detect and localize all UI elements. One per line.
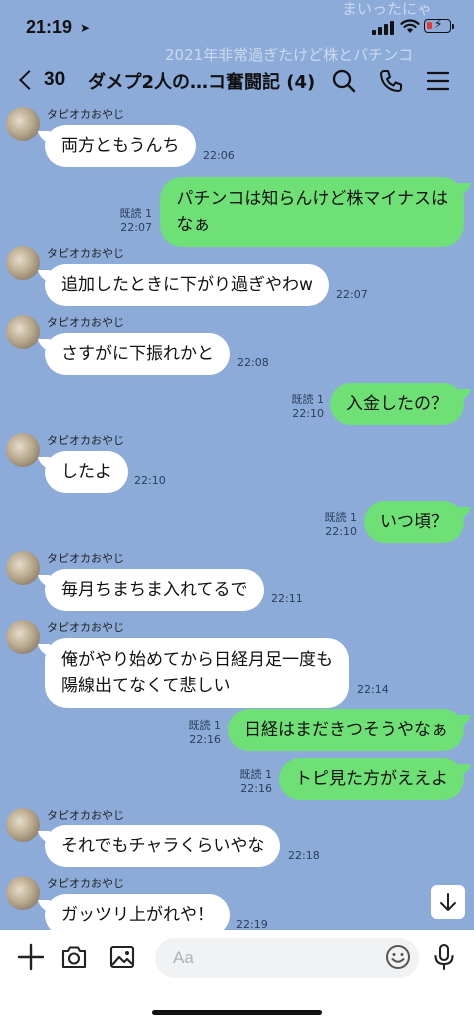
image-icon[interactable] <box>107 942 137 972</box>
message-input-bar <box>0 930 474 1024</box>
home-indicator <box>152 1010 322 1015</box>
wifi-icon <box>400 19 420 33</box>
message-time: 22:10 <box>325 525 357 538</box>
sender-name: タピオカおやじ <box>47 809 124 822</box>
message-bubble[interactable]: したよ <box>45 451 128 493</box>
sender-name: タピオカおやじ <box>47 316 124 329</box>
message-bubble[interactable]: 追加したときに下がり過ぎやわw <box>45 264 329 306</box>
status-time: 21:19 <box>26 17 73 37</box>
chat-screen: まいったにゃ 2021年非常過ぎたけど株とパチンコ 21:19 ➤ ⚡ 30 ダ… <box>0 0 474 930</box>
message-bubble[interactable]: 入金したの？ <box>330 383 464 425</box>
sender-name: タピオカおやじ <box>47 247 124 260</box>
message-bubble[interactable]: 両方ともうんち <box>45 125 196 167</box>
avatar[interactable] <box>6 246 40 280</box>
battery-icon: ⚡ <box>424 17 451 33</box>
scroll-to-bottom-button[interactable] <box>431 885 465 919</box>
emoji-icon[interactable] <box>384 943 412 971</box>
message-time: 22:07 <box>336 288 368 301</box>
sender-name: タピオカおやじ <box>47 877 124 890</box>
avatar[interactable] <box>6 315 40 349</box>
menu-icon[interactable] <box>425 68 451 94</box>
read-receipt: 既読 1 <box>291 393 325 406</box>
message-time: 22:18 <box>288 849 320 862</box>
message-bubble[interactable]: ガッツリ上がれや！ <box>45 894 230 930</box>
sender-name: タピオカおやじ <box>47 621 124 634</box>
avatar[interactable] <box>6 433 40 467</box>
message-time: 22:16 <box>189 733 221 746</box>
read-receipt: 既読 1 <box>119 207 153 220</box>
read-receipt: 既読 1 <box>239 768 273 781</box>
avatar[interactable] <box>6 620 40 654</box>
phone-icon[interactable] <box>378 68 404 94</box>
message-time: 22:19 <box>236 918 268 930</box>
message-bubble[interactable]: トピ見た方がええよ <box>279 758 464 800</box>
message-bubble[interactable]: 日経はまだきつそうやなぁ <box>228 709 464 751</box>
location-arrow-icon: ➤ <box>80 21 91 35</box>
chat-header: 30 ダメプ2人の…コ奮闘記 (4) <box>0 56 474 106</box>
message-time: 22:10 <box>292 407 324 420</box>
message-time: 22:14 <box>357 683 389 696</box>
signal-icon <box>372 21 394 35</box>
message-bubble[interactable]: それでもチャラくらいやな <box>45 825 281 867</box>
avatar[interactable] <box>6 808 40 842</box>
sender-name: タピオカおやじ <box>47 552 124 565</box>
message-bubble[interactable]: 俺がやり始めてから日経月足一度も 陽線出てなくて悲しい <box>45 638 349 708</box>
back-button[interactable]: 30 <box>16 66 65 94</box>
message-time: 22:11 <box>271 592 303 605</box>
message-bubble[interactable]: いつ頃？ <box>364 501 464 543</box>
search-icon[interactable] <box>331 68 357 94</box>
chat-title: ダメプ2人の…コ奮闘記 (4) <box>88 72 316 93</box>
avatar[interactable] <box>6 551 40 585</box>
chevron-left-icon <box>19 70 39 90</box>
message-time: 22:06 <box>203 149 235 162</box>
avatar[interactable] <box>6 876 40 910</box>
message-bubble[interactable]: パチンコは知らんけど株マイナスは なぁ <box>160 177 464 247</box>
message-bubble[interactable]: さすがに下振れかと <box>45 333 230 375</box>
status-bar: 21:19 ➤ ⚡ <box>0 0 474 56</box>
unread-count: 30 <box>44 69 66 90</box>
read-receipt: 既読 1 <box>188 719 222 732</box>
read-receipt: 既読 1 <box>324 511 358 524</box>
message-time: 22:10 <box>134 474 166 487</box>
message-time: 22:07 <box>120 221 152 234</box>
message-input[interactable] <box>155 938 419 978</box>
sender-name: タピオカおやじ <box>47 434 124 447</box>
camera-icon[interactable] <box>59 942 89 972</box>
mic-icon[interactable] <box>429 942 459 972</box>
message-time: 22:16 <box>240 782 272 795</box>
message-time: 22:08 <box>237 356 269 369</box>
sender-name: タピオカおやじ <box>47 108 124 121</box>
message-bubble[interactable]: 毎月ちまちま入れてるで <box>45 569 264 611</box>
plus-icon[interactable] <box>16 942 46 972</box>
avatar[interactable] <box>6 107 40 141</box>
arrow-down-icon <box>440 893 456 911</box>
